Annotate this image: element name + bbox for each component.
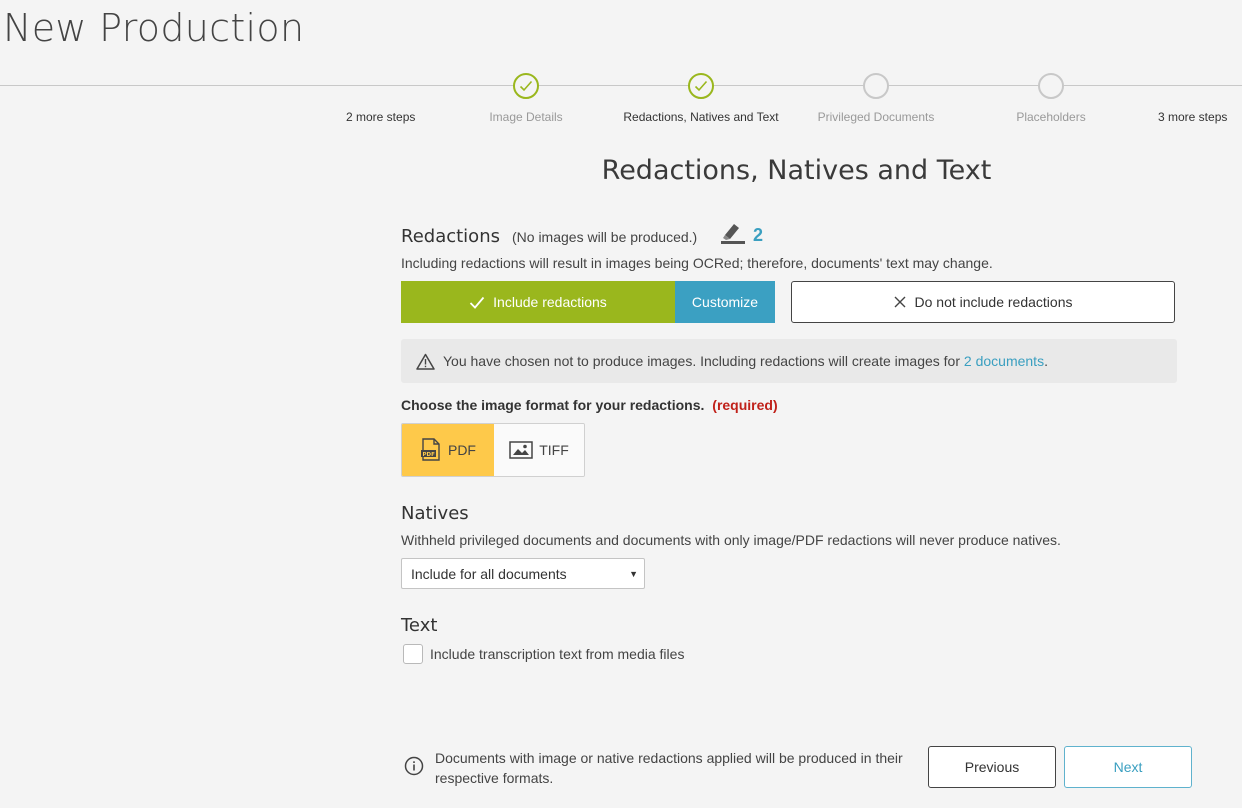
step-image-details[interactable]: Image Details	[431, 73, 621, 124]
warning-end: .	[1044, 353, 1048, 369]
step-redactions[interactable]: Redactions, Natives and Text	[606, 73, 796, 124]
warning-message: You have chosen not to produce images. I…	[401, 339, 1177, 383]
natives-select[interactable]: Include for all documents ▼	[401, 558, 645, 589]
highlighter-icon	[720, 221, 746, 250]
step-check-circle	[688, 73, 714, 99]
format-pdf-option[interactable]: PDF PDF	[402, 424, 494, 476]
step-label: Placeholders	[1016, 110, 1086, 124]
svg-text:PDF: PDF	[422, 452, 435, 458]
checkmark-icon	[519, 80, 533, 92]
warning-text-wrap: You have chosen not to produce images. I…	[443, 353, 1048, 369]
natives-description: Withheld privileged documents and docume…	[401, 532, 1061, 548]
step-label: Redactions, Natives and Text	[623, 110, 779, 124]
checkmark-icon	[694, 80, 708, 92]
warning-icon	[416, 353, 435, 370]
redactions-heading: Redactions	[401, 226, 500, 247]
text-heading: Text	[401, 615, 438, 636]
footer-note: Documents with image or native redaction…	[435, 750, 903, 786]
transcription-checkbox-label[interactable]: Include transcription text from media fi…	[430, 646, 684, 662]
stepper-more-after[interactable]: 3 more steps	[1158, 110, 1227, 124]
step-check-circle	[513, 73, 539, 99]
step-placeholders[interactable]: Placeholders	[956, 73, 1146, 124]
step-label: Privileged Documents	[817, 110, 935, 124]
exclude-redactions-button[interactable]: Do not include redactions	[791, 281, 1175, 323]
page-title: New Production	[3, 6, 305, 50]
warning-text: You have chosen not to produce images. I…	[443, 353, 964, 369]
image-format-toggle: PDF PDF TIFF	[401, 423, 585, 477]
next-button[interactable]: Next	[1064, 746, 1192, 788]
close-icon	[894, 296, 905, 308]
step-label: Image Details	[489, 110, 563, 124]
format-label-text: Choose the image format for your redacti…	[401, 397, 705, 413]
customize-button[interactable]: Customize	[675, 281, 775, 323]
step-privileged-documents[interactable]: Privileged Documents	[781, 73, 971, 124]
stepper-more-before[interactable]: 2 more steps	[346, 110, 415, 124]
previous-button[interactable]: Previous	[928, 746, 1056, 788]
checkmark-icon	[470, 296, 485, 309]
info-icon	[404, 756, 424, 781]
natives-select-value: Include for all documents	[411, 565, 567, 582]
step-empty-circle	[863, 73, 889, 99]
format-tiff-option[interactable]: TIFF	[493, 424, 584, 476]
redaction-count[interactable]: 2	[753, 225, 763, 246]
pdf-file-icon: PDF	[420, 438, 440, 461]
redactions-note: (No images will be produced.)	[512, 229, 698, 245]
format-tiff-label: TIFF	[539, 442, 569, 458]
format-pdf-label: PDF	[447, 442, 476, 458]
include-redactions-label: Include redactions	[493, 294, 607, 310]
documents-link[interactable]: 2 documents	[964, 353, 1044, 369]
redactions-description: Including redactions will result in imag…	[401, 255, 993, 271]
caret-down-icon: ▼	[629, 568, 638, 579]
natives-heading: Natives	[401, 503, 469, 524]
include-redactions-button[interactable]: Include redactions	[401, 281, 675, 323]
exclude-redactions-label: Do not include redactions	[914, 294, 1073, 310]
transcription-checkbox[interactable]	[403, 644, 423, 664]
step-empty-circle	[1038, 73, 1064, 99]
required-marker: (required)	[712, 397, 778, 413]
section-main-title: Redactions, Natives and Text	[601, 155, 992, 186]
image-icon	[509, 441, 533, 459]
format-label: Choose the image format for your redacti…	[401, 397, 778, 413]
